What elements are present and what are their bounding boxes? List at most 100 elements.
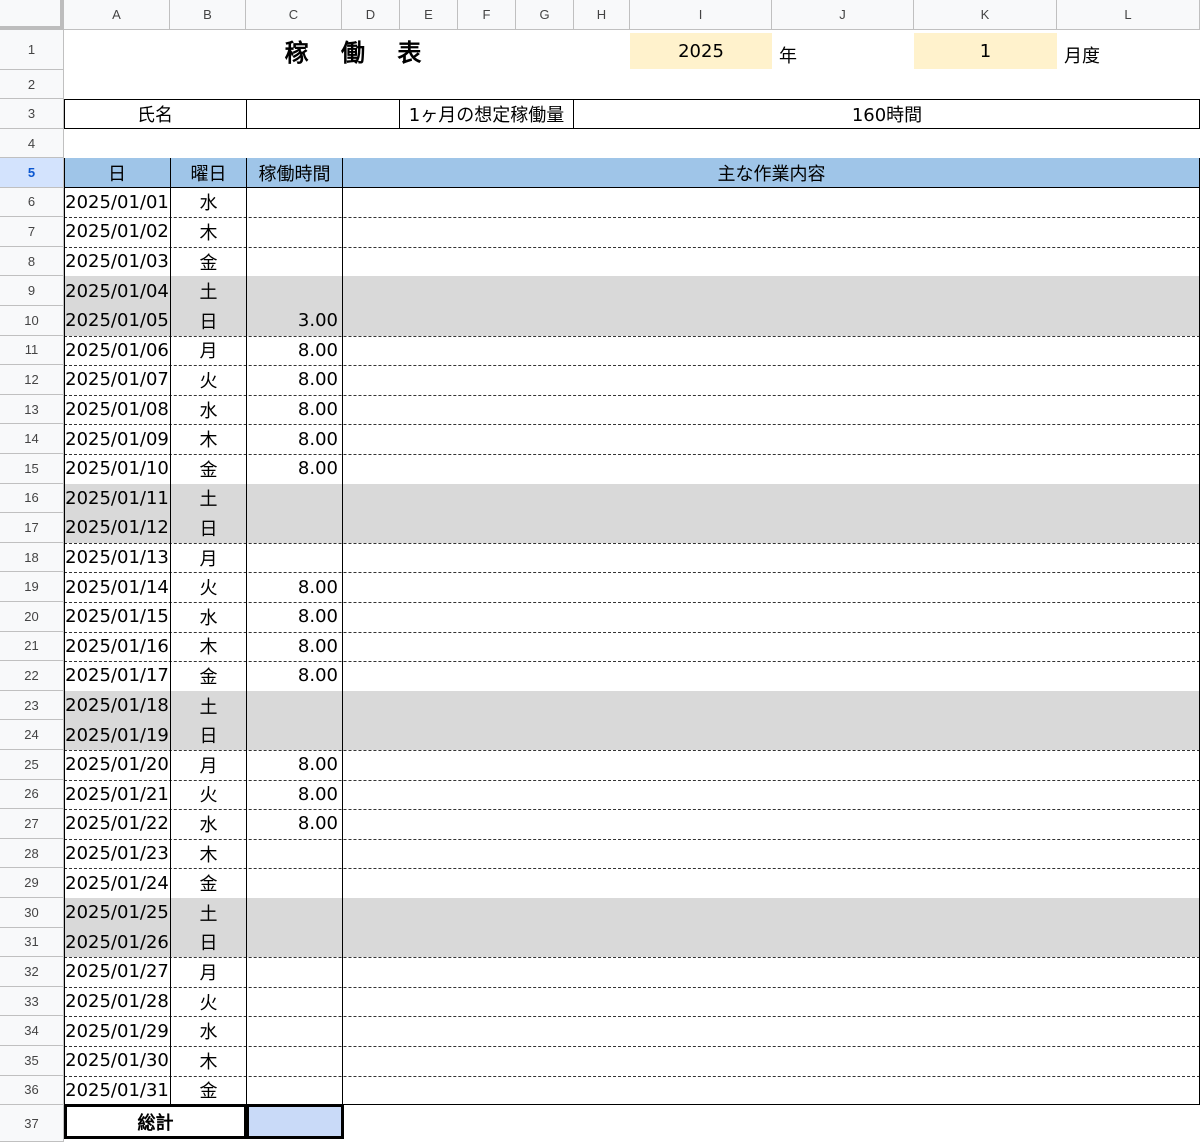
work-content-cell[interactable] [343,395,1200,425]
name-input-cell[interactable] [247,100,399,128]
row-header-31[interactable]: 31 [0,927,64,958]
work-content-cell[interactable] [343,661,1200,691]
hours-cell[interactable] [247,839,342,869]
row-header-7[interactable]: 7 [0,217,64,247]
row-header-2[interactable]: 2 [0,70,64,99]
work-content-cell[interactable] [343,780,1200,810]
hours-cell[interactable] [247,543,342,573]
work-content-cell[interactable] [343,720,1200,750]
hours-cell[interactable]: 8.00 [247,750,342,780]
work-content-cell[interactable] [343,839,1200,869]
column-header-c[interactable]: C [246,0,342,30]
work-content-cell[interactable] [343,543,1200,573]
hours-cell[interactable] [247,188,342,218]
total-value-cell[interactable] [246,1104,344,1139]
hours-cell[interactable] [247,957,342,987]
year-input-cell[interactable]: 2025 [630,33,772,69]
work-content-cell[interactable] [343,691,1200,721]
work-content-cell[interactable] [343,188,1200,218]
work-content-cell[interactable] [343,809,1200,839]
hours-cell[interactable]: 8.00 [247,395,342,425]
hours-cell[interactable] [247,868,342,898]
row-header-4[interactable]: 4 [0,129,64,158]
row-header-6[interactable]: 6 [0,187,64,218]
hours-cell[interactable]: 8.00 [247,602,342,632]
hours-cell[interactable]: 8.00 [247,454,342,484]
work-content-cell[interactable] [343,365,1200,395]
hours-cell[interactable] [247,276,342,306]
column-header-d[interactable]: D [342,0,400,30]
column-header-i[interactable]: I [630,0,772,30]
column-header-a[interactable]: A [64,0,170,30]
row-header-8[interactable]: 8 [0,246,64,277]
hours-cell[interactable]: 8.00 [247,661,342,691]
work-content-cell[interactable] [343,572,1200,602]
work-content-cell[interactable] [343,276,1200,306]
hours-cell[interactable] [247,1076,342,1106]
month-input-cell[interactable]: 1 [914,33,1057,69]
row-header-25[interactable]: 25 [0,750,64,780]
work-content-cell[interactable] [343,750,1200,780]
row-header-9[interactable]: 9 [0,276,64,306]
row-header-21[interactable]: 21 [0,631,64,662]
work-content-cell[interactable] [343,247,1200,277]
column-header-g[interactable]: G [516,0,574,30]
hours-cell[interactable]: 8.00 [247,780,342,810]
hours-cell[interactable]: 3.00 [247,306,342,336]
row-header-37[interactable]: 37 [0,1105,64,1142]
hours-cell[interactable]: 8.00 [247,809,342,839]
work-content-cell[interactable] [343,424,1200,454]
column-header-b[interactable]: B [170,0,246,30]
row-header-12[interactable]: 12 [0,365,64,395]
work-content-cell[interactable] [343,1046,1200,1076]
hours-cell[interactable] [247,217,342,247]
work-content-cell[interactable] [343,602,1200,632]
row-header-22[interactable]: 22 [0,661,64,691]
hours-cell[interactable] [247,513,342,543]
row-header-18[interactable]: 18 [0,542,64,573]
work-content-cell[interactable] [343,336,1200,366]
row-header-19[interactable]: 19 [0,572,64,602]
hours-cell[interactable] [247,1016,342,1046]
row-header-5[interactable]: 5 [0,158,64,188]
work-content-cell[interactable] [343,484,1200,514]
row-header-36[interactable]: 36 [0,1075,64,1106]
work-content-cell[interactable] [343,632,1200,662]
select-all-corner[interactable] [0,0,64,30]
column-header-e[interactable]: E [400,0,458,30]
row-header-34[interactable]: 34 [0,1016,64,1046]
row-header-35[interactable]: 35 [0,1046,64,1076]
row-header-33[interactable]: 33 [0,986,64,1017]
hours-cell[interactable]: 8.00 [247,632,342,662]
row-header-32[interactable]: 32 [0,957,64,987]
hours-cell[interactable]: 8.00 [247,365,342,395]
hours-cell[interactable] [247,1046,342,1076]
row-header-17[interactable]: 17 [0,513,64,543]
work-content-cell[interactable] [343,868,1200,898]
row-header-30[interactable]: 30 [0,898,64,928]
hours-cell[interactable] [247,898,342,928]
work-content-cell[interactable] [343,898,1200,928]
column-header-f[interactable]: F [458,0,516,30]
row-header-24[interactable]: 24 [0,720,64,750]
work-content-cell[interactable] [343,1016,1200,1046]
work-content-cell[interactable] [343,928,1200,958]
row-header-14[interactable]: 14 [0,424,64,454]
row-header-11[interactable]: 11 [0,335,64,366]
hours-cell[interactable]: 8.00 [247,336,342,366]
hours-cell[interactable] [247,720,342,750]
column-header-k[interactable]: K [914,0,1057,30]
column-header-h[interactable]: H [574,0,630,30]
row-header-20[interactable]: 20 [0,602,64,632]
hours-cell[interactable] [247,691,342,721]
column-header-l[interactable]: L [1057,0,1200,30]
row-header-28[interactable]: 28 [0,838,64,869]
hours-cell[interactable] [247,247,342,277]
column-header-j[interactable]: J [772,0,914,30]
row-header-10[interactable]: 10 [0,306,64,336]
work-content-cell[interactable] [343,454,1200,484]
row-header-3[interactable]: 3 [0,99,64,129]
work-content-cell[interactable] [343,987,1200,1017]
work-content-cell[interactable] [343,217,1200,247]
hours-cell[interactable] [247,484,342,514]
